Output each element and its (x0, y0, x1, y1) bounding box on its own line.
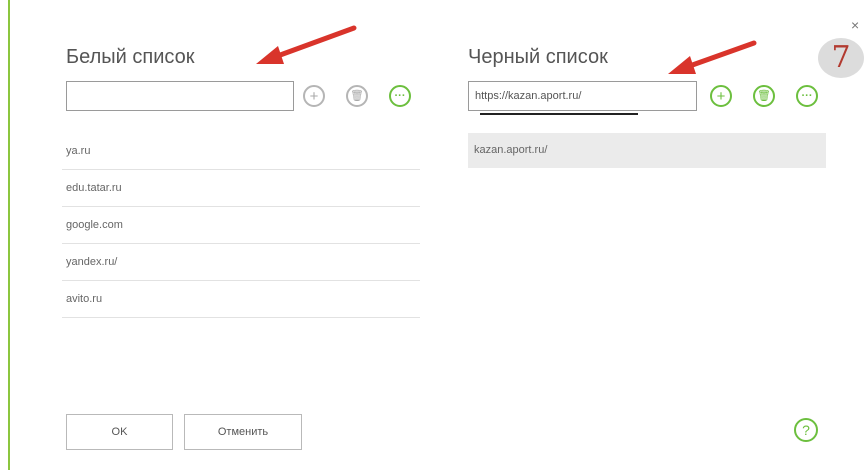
black-list-add-button[interactable]: + (710, 85, 732, 107)
ok-button[interactable]: OK (66, 414, 173, 450)
white-list-add-button[interactable]: + (303, 85, 325, 107)
more-dots-icon: ··· (394, 89, 406, 102)
window-left-border (8, 0, 10, 470)
annotation-underline (480, 113, 638, 115)
plus-circle-icon: + (716, 87, 726, 105)
step-number-marker: 7 (818, 38, 864, 78)
plus-circle-icon: + (309, 87, 319, 105)
list-item[interactable]: ya.ru (62, 133, 420, 170)
question-circle-icon: ? (802, 422, 810, 438)
list-item[interactable]: edu.tatar.ru (62, 170, 420, 207)
more-dots-icon: ··· (801, 89, 813, 102)
white-list: ya.ru edu.tatar.ru google.com yandex.ru/… (62, 133, 420, 318)
list-item[interactable]: google.com (62, 207, 420, 244)
cancel-button[interactable]: Отменить (184, 414, 302, 450)
black-list-more-button[interactable]: ··· (796, 85, 818, 107)
list-item[interactable]: avito.ru (62, 281, 420, 318)
trash-icon: 🗑 (757, 89, 771, 102)
annotation-arrow-left (256, 25, 357, 64)
black-list-input[interactable] (468, 81, 697, 111)
annotation-arrow-right (668, 40, 757, 74)
black-list-title: Черный список (468, 46, 608, 68)
white-list-delete-button[interactable]: 🗑 (346, 85, 368, 107)
help-button[interactable]: ? (794, 418, 818, 442)
close-icon[interactable]: × (851, 18, 859, 32)
list-item[interactable]: kazan.aport.ru/ (468, 133, 826, 168)
list-item[interactable]: yandex.ru/ (62, 244, 420, 281)
black-list-delete-button[interactable]: 🗑 (753, 85, 775, 107)
white-list-more-button[interactable]: ··· (389, 85, 411, 107)
white-list-title: Белый список (66, 46, 195, 68)
trash-icon: 🗑 (350, 89, 364, 102)
white-list-input[interactable] (66, 81, 294, 111)
